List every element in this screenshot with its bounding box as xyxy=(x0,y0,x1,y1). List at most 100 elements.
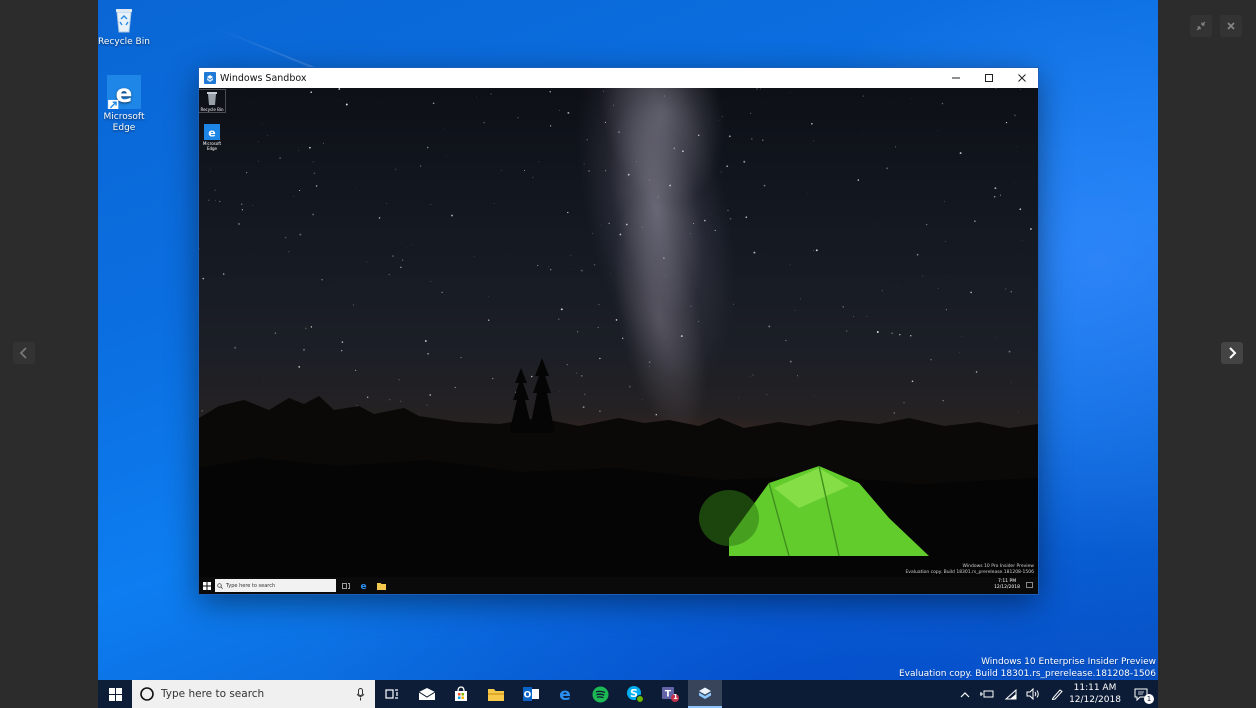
network-tray-button[interactable] xyxy=(1000,680,1022,708)
star xyxy=(258,160,260,162)
star xyxy=(750,376,752,377)
star xyxy=(298,150,299,152)
battery-plug-icon xyxy=(980,690,994,698)
star xyxy=(613,104,614,106)
star xyxy=(588,170,590,172)
star xyxy=(241,209,243,211)
star xyxy=(796,375,798,377)
star xyxy=(937,130,939,131)
volume-tray-button[interactable] xyxy=(1022,680,1044,708)
next-button[interactable] xyxy=(1221,342,1243,364)
start-button[interactable] xyxy=(98,680,132,708)
minimize-icon xyxy=(951,77,960,79)
notification-icon[interactable] xyxy=(1026,582,1033,589)
file-explorer-icon[interactable] xyxy=(377,582,386,590)
task-view-button[interactable] xyxy=(375,680,409,708)
star xyxy=(800,298,801,300)
desktop-icon-recycle-bin[interactable]: Recycle Bin xyxy=(98,4,154,48)
search-box[interactable]: Type here to search xyxy=(132,680,375,708)
star xyxy=(961,336,963,337)
star xyxy=(619,233,622,236)
sandbox-icon xyxy=(699,687,711,699)
file-explorer-button[interactable] xyxy=(479,680,513,708)
store-app-button[interactable] xyxy=(444,680,478,708)
exit-fullscreen-button[interactable] xyxy=(1190,15,1212,37)
star xyxy=(400,266,402,269)
star xyxy=(941,102,944,105)
star xyxy=(567,211,569,214)
star xyxy=(284,236,287,239)
spotify-app-button[interactable] xyxy=(583,680,617,708)
svg-text:T: T xyxy=(665,690,672,700)
maximize-button[interactable] xyxy=(972,68,1005,88)
sandbox-icon-recycle-bin[interactable]: Recycle Bin xyxy=(199,89,226,113)
star xyxy=(201,410,203,412)
star xyxy=(697,320,700,323)
microphone-icon[interactable] xyxy=(356,688,365,701)
star xyxy=(366,261,368,263)
sandbox-icon-edge[interactable]: e Microsoft Edge xyxy=(199,124,225,151)
star xyxy=(813,250,814,251)
evaluation-watermark: Windows 10 Enterprise Insider Preview Ev… xyxy=(899,656,1156,680)
skype-app-button[interactable]: S xyxy=(618,680,652,708)
star xyxy=(625,223,628,226)
star xyxy=(406,247,408,248)
star xyxy=(557,318,560,321)
star xyxy=(313,172,316,174)
star xyxy=(768,325,771,328)
edge-app-button[interactable]: e xyxy=(548,680,582,708)
recycle-bin-icon xyxy=(207,92,217,105)
start-icon[interactable] xyxy=(203,581,211,590)
star xyxy=(714,229,716,231)
star xyxy=(1019,208,1022,210)
star xyxy=(517,117,519,119)
star xyxy=(454,386,456,389)
star xyxy=(959,352,960,353)
teams-badge: 1 xyxy=(673,693,678,701)
sandbox-app-button[interactable] xyxy=(688,680,722,708)
recycle-bin-icon xyxy=(116,9,132,33)
star xyxy=(310,326,313,328)
star xyxy=(862,95,864,97)
star xyxy=(537,265,539,266)
clock[interactable]: 11:11 AM 12/12/2018 xyxy=(1064,682,1126,706)
watermark-line-2: Evaluation copy. Build 18301.rs_prerelea… xyxy=(905,570,1034,575)
sandbox-clock[interactable]: 7:11 PM 12/12/2018 xyxy=(994,579,1020,591)
star xyxy=(566,364,568,366)
taskbar: Type here to search O e S T 1 11:11 AM 1… xyxy=(98,680,1158,708)
task-view-icon[interactable] xyxy=(342,582,350,590)
watermark-line-2: Evaluation copy. Build 18301.rs_prerelea… xyxy=(898,669,1156,679)
mail-app-button[interactable] xyxy=(410,680,444,708)
sandbox-search-box[interactable]: Type here to search xyxy=(215,579,336,592)
show-hidden-icons-button[interactable] xyxy=(956,680,974,708)
pine-trees xyxy=(509,358,555,433)
star xyxy=(690,233,691,234)
desktop-icon-edge[interactable]: e Microsoft Edge xyxy=(98,75,154,134)
teams-app-button[interactable]: T 1 xyxy=(653,680,687,708)
action-center-button[interactable]: 1 xyxy=(1126,680,1156,708)
star xyxy=(1005,122,1008,124)
minimize-button[interactable] xyxy=(939,68,972,88)
star xyxy=(549,91,551,93)
star xyxy=(493,203,495,204)
edge-icon[interactable]: e xyxy=(359,581,368,590)
close-viewer-button[interactable] xyxy=(1220,15,1242,37)
star xyxy=(995,337,997,338)
star xyxy=(549,125,552,127)
sandbox-window[interactable]: Windows Sandbox Recycle Bin e Microsoft … xyxy=(199,68,1038,594)
star xyxy=(993,195,996,198)
star xyxy=(743,160,746,163)
star xyxy=(593,263,596,266)
sandbox-titlebar[interactable]: Windows Sandbox xyxy=(199,68,1038,88)
close-button[interactable] xyxy=(1005,68,1038,88)
previous-button[interactable] xyxy=(13,342,35,364)
star xyxy=(861,132,863,134)
sandbox-taskbar: Type here to search e 7:11 PM 12/12/2018 xyxy=(199,577,1038,594)
star xyxy=(234,346,237,349)
star xyxy=(392,255,394,258)
power-tray-button[interactable] xyxy=(976,680,998,708)
star xyxy=(655,413,658,416)
outlook-app-button[interactable]: O xyxy=(514,680,548,708)
star xyxy=(426,404,428,406)
star xyxy=(575,372,578,374)
